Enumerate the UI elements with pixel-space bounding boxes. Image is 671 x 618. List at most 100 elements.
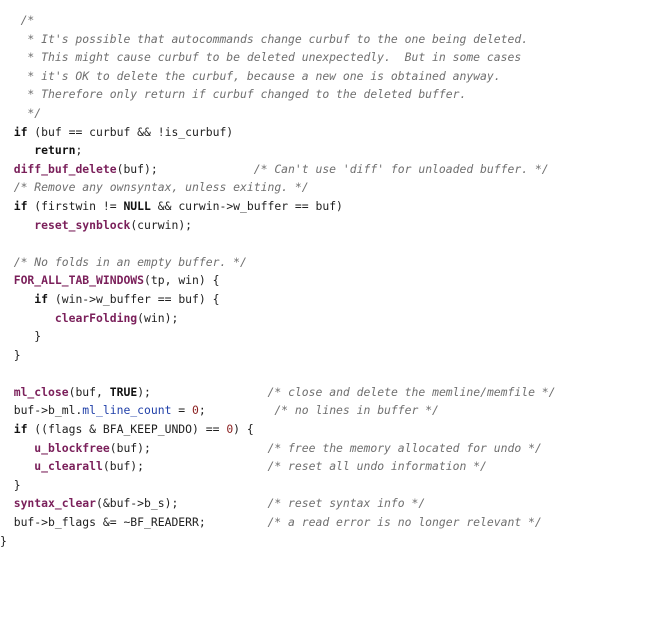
code-line[interactable]: /* [0,11,671,30]
code-token-plain: (tp, win) { [144,273,220,288]
code-token-plain: (win); [137,310,179,325]
code-line[interactable]: buf->b_ml.ml_line_count = 0; /* no lines… [0,401,671,420]
code-token-comment: /* free the memory allocated for undo */ [267,440,542,455]
code-token-func: u_blockfree [34,440,110,455]
code-line[interactable]: syntax_clear(&buf->b_s); /* reset syntax… [0,494,671,513]
code-token-plain: ) { [233,422,254,437]
code-token-keyword: NULL [123,198,151,213]
code-token-plain: } [0,477,21,492]
code-token-plain: (buf, [68,384,110,399]
code-token-keyword: if [34,291,49,306]
code-token-plain: ); [137,384,268,399]
code-token-plain: (buf == curbuf && !is_curbuf) [27,124,234,139]
code-token-keyword: if [13,198,28,213]
code-line[interactable]: diff_buf_delete(buf); /* Can't use 'diff… [0,160,671,179]
code-line[interactable]: return; [0,141,671,160]
code-line[interactable]: * It's possible that autocommands change… [0,30,671,49]
code-line[interactable]: } [0,532,671,551]
code-token-plain: (curwin); [130,217,193,232]
code-token-comment: * Therefore only return if curbuf change… [0,87,467,102]
code-token-plain: buf->b_flags &= ~BF_READERR; [0,515,268,530]
code-token-keyword: TRUE [109,384,138,399]
code-token-comment: * it's OK to delete the curbuf, because … [0,68,501,83]
code-token-plain: } [0,347,21,362]
code-token-plain: ; [198,403,275,418]
code-line[interactable]: * it's OK to delete the curbuf, because … [0,67,671,86]
code-line[interactable] [0,234,671,253]
code-token-comment: /* reset all undo information */ [267,459,487,474]
code-token-comment: /* reset syntax info */ [267,496,426,511]
code-token-comment: /* No folds in an empty buffer. */ [13,254,247,269]
code-token-number: 0 [192,403,199,418]
code-line[interactable]: } [0,346,671,365]
code-token-comment: /* close and delete the memline/memfile … [267,384,556,399]
code-token-plain: (firstwin != [27,198,124,213]
code-line[interactable]: buf->b_flags &= ~BF_READERR; /* a read e… [0,513,671,532]
code-token-comment: */ [0,105,42,120]
code-line[interactable]: /* Remove any ownsyntax, unless exiting.… [0,178,671,197]
code-token-func: syntax_clear [13,496,97,511]
code-token-plain: } [0,533,7,548]
code-token-comment: /* a read error is no longer relevant */ [267,515,542,530]
code-token-plain: (&buf->b_s); [96,496,268,511]
code-token-keyword: return [34,143,76,158]
code-token-comment: * This might cause curbuf to be deleted … [0,50,522,65]
code-token-plain: && curwin->w_buffer == buf) [150,198,343,213]
code-token-func: u_clearall [34,459,103,474]
code-line[interactable]: FOR_ALL_TAB_WINDOWS(tp, win) { [0,271,671,290]
code-line[interactable]: } [0,327,671,346]
code-token-plain: ((flags & BFA_KEEP_UNDO) == [27,422,227,437]
code-line[interactable]: } [0,476,671,495]
code-token-plain: buf->b_ml. [0,403,83,418]
code-token-plain: (buf); [116,161,254,176]
code-line[interactable]: */ [0,104,671,123]
code-line[interactable]: * Therefore only return if curbuf change… [0,85,671,104]
code-token-keyword: if [13,422,28,437]
code-line[interactable]: ml_close(buf, TRUE); /* close and delete… [0,383,671,402]
code-token-comment: /* no lines in buffer */ [274,403,439,418]
code-token-plain: (win->w_buffer == buf) { [48,291,220,306]
code-token-func: reset_synblock [34,217,131,232]
code-token-func: diff_buf_delete [13,161,117,176]
code-token-plain: = [171,403,193,418]
code-token-plain: ; [75,143,83,158]
code-token-plain: (buf); [109,440,268,455]
code-line[interactable]: reset_synblock(curwin); [0,216,671,235]
code-line[interactable]: /* No folds in an empty buffer. */ [0,253,671,272]
code-line[interactable]: if (buf == curbuf && !is_curbuf) [0,123,671,142]
code-token-plain: (buf); [102,459,268,474]
code-token-field: ml_line_count [82,403,172,418]
code-token-plain: } [0,329,42,344]
code-line[interactable]: if (win->w_buffer == buf) { [0,290,671,309]
code-line[interactable]: if (firstwin != NULL && curwin->w_buffer… [0,197,671,216]
code-token-comment: /* [0,13,35,27]
code-token-keyword: if [13,124,28,139]
code-line[interactable]: * This might cause curbuf to be deleted … [0,48,671,67]
code-line[interactable]: if ((flags & BFA_KEEP_UNDO) == 0) { [0,420,671,439]
code-token-func: clearFolding [54,310,138,325]
code-token-comment: /* Can't use 'diff' for unloaded buffer.… [253,161,549,176]
code-line[interactable]: clearFolding(win); [0,309,671,328]
code-line[interactable]: u_clearall(buf); /* reset all undo infor… [0,457,671,476]
code-token-comment: /* Remove any ownsyntax, unless exiting.… [13,180,309,195]
code-editor[interactable]: /* * It's possible that autocommands cha… [0,0,671,618]
code-line[interactable]: u_blockfree(buf); /* free the memory all… [0,439,671,458]
code-token-func: FOR_ALL_TAB_WINDOWS [13,273,145,288]
code-token-func: ml_close [13,384,69,399]
code-token-comment: * It's possible that autocommands change… [0,31,529,46]
code-line[interactable] [0,364,671,383]
